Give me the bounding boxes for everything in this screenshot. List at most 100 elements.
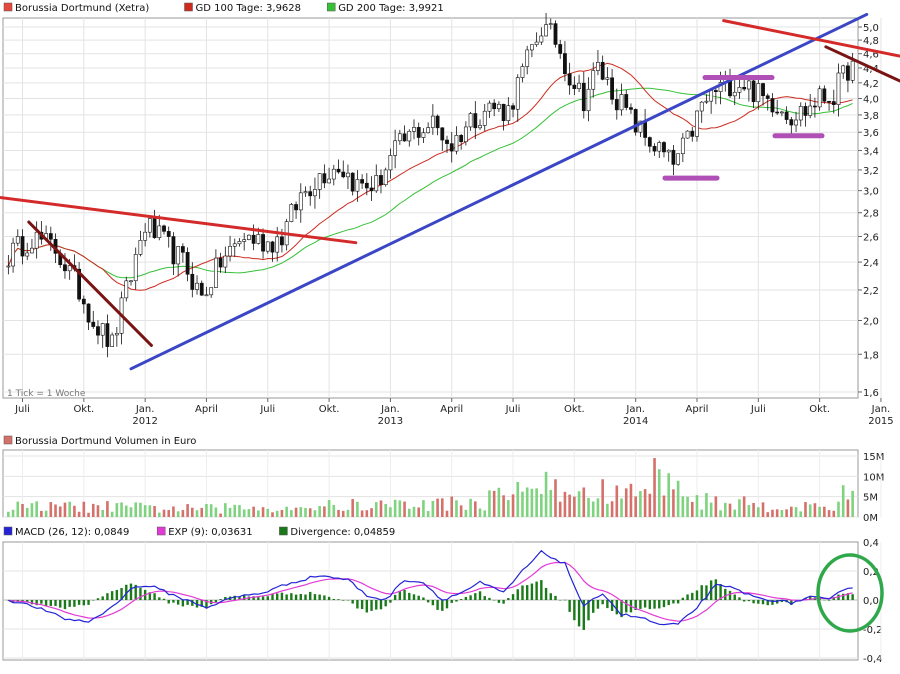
divergence-bar [181, 600, 185, 607]
legend-swatch [326, 2, 336, 12]
volume-bar [695, 495, 699, 517]
volume-bar [389, 507, 392, 517]
candle-body [96, 326, 100, 336]
price-x-tick-label: Okt. [319, 404, 340, 415]
divergence-bar [73, 600, 76, 607]
volume-bar [714, 496, 718, 517]
volume-bar [601, 479, 604, 517]
volume-bar [219, 513, 222, 517]
volume-bar [455, 500, 458, 517]
volume-bar [205, 504, 208, 517]
candle-body [511, 105, 515, 110]
volume-bar [738, 499, 741, 517]
candle-body [247, 234, 251, 240]
volume-bar [124, 505, 128, 517]
volume-bar [530, 488, 534, 517]
price-x-tick-label: Jan. [625, 404, 645, 415]
volume-bar [332, 505, 336, 517]
candle-body [218, 257, 223, 268]
volume-bar [7, 511, 10, 517]
candle-body [341, 171, 346, 178]
divergence-bar [625, 600, 628, 613]
volume-bar [535, 488, 538, 517]
candle-body [388, 155, 393, 171]
candle-body [25, 252, 30, 257]
macd-legend-swatch [3, 526, 13, 536]
divergence-bar [110, 591, 114, 600]
divergence-bar [714, 579, 718, 600]
volume-bar [176, 511, 180, 517]
volume-bar [186, 504, 189, 517]
candle-body [548, 23, 553, 25]
volume-bar [558, 501, 562, 517]
price-y-tick-label: 1,8 [863, 350, 879, 361]
volume-bar [823, 506, 826, 517]
divergence-bar [408, 592, 411, 600]
divergence-bar [535, 581, 538, 600]
volume-bar [733, 509, 737, 517]
candle-body [822, 88, 827, 102]
divergence-bar [667, 600, 670, 606]
volume-bar [101, 509, 104, 517]
divergence-bar [398, 591, 402, 600]
candle-body [680, 137, 685, 155]
volume-bar [106, 501, 109, 517]
divergence-bar [761, 600, 765, 605]
candle-body [761, 83, 765, 97]
candle-body [397, 133, 402, 142]
divergence-bar [738, 597, 741, 600]
legend-label: GD 200 Tage: 3,9921 [338, 3, 444, 14]
volume-bar [620, 498, 623, 517]
divergence-bar [276, 593, 279, 600]
divergence-bar [662, 600, 666, 608]
volume-bar [233, 504, 237, 517]
candle-body [742, 86, 747, 90]
candle-body [544, 24, 548, 37]
price-year-label: 2015 [868, 416, 893, 427]
volume-bar [346, 509, 350, 517]
volume-bar [615, 485, 619, 517]
volume-bar [172, 506, 175, 517]
divergence-bar [309, 591, 312, 600]
candle-body [643, 120, 648, 138]
volume-bar [426, 511, 430, 517]
volume-bar [304, 507, 307, 517]
volume-bar [469, 498, 472, 517]
divergence-bar [540, 580, 543, 600]
volume-bar [436, 498, 439, 517]
volume-bar [728, 503, 732, 517]
candle-body [827, 100, 831, 103]
volume-bar [681, 496, 685, 517]
volume-bar [139, 502, 142, 517]
macd-panel: MACD (26, 12): 0,0849 EXP (9): 0,03631 Div… [2, 526, 884, 665]
candle-body [841, 65, 846, 74]
price-x-tick-label: April [686, 404, 709, 415]
candle-body [147, 218, 152, 233]
volume-bar [323, 506, 326, 517]
volume-bar [573, 496, 576, 517]
volume-bar [308, 508, 312, 517]
candle-body [482, 110, 487, 126]
candle-body [808, 105, 813, 116]
volume-bar [846, 499, 850, 517]
volume-bar [63, 502, 67, 517]
divergence-bar [643, 600, 647, 608]
volume-bar [521, 491, 524, 517]
candle-body [690, 130, 695, 137]
candle-body [383, 169, 388, 186]
divergence-bar [176, 600, 180, 605]
candle-body [685, 130, 690, 139]
candle-body [662, 142, 666, 153]
volume-bar [723, 502, 727, 517]
volume-bar [356, 501, 359, 517]
volume-title: Borussia Dortmund Volumen in Euro [15, 436, 196, 447]
candle-body [746, 80, 751, 90]
candle-body [605, 77, 610, 80]
divergence-bar [525, 585, 529, 600]
volume-bar [837, 501, 840, 517]
candle-body [506, 105, 511, 121]
volume-bar [398, 500, 402, 517]
volume-bar [11, 509, 15, 517]
candle-body [478, 125, 482, 129]
volume-bar [148, 505, 152, 517]
